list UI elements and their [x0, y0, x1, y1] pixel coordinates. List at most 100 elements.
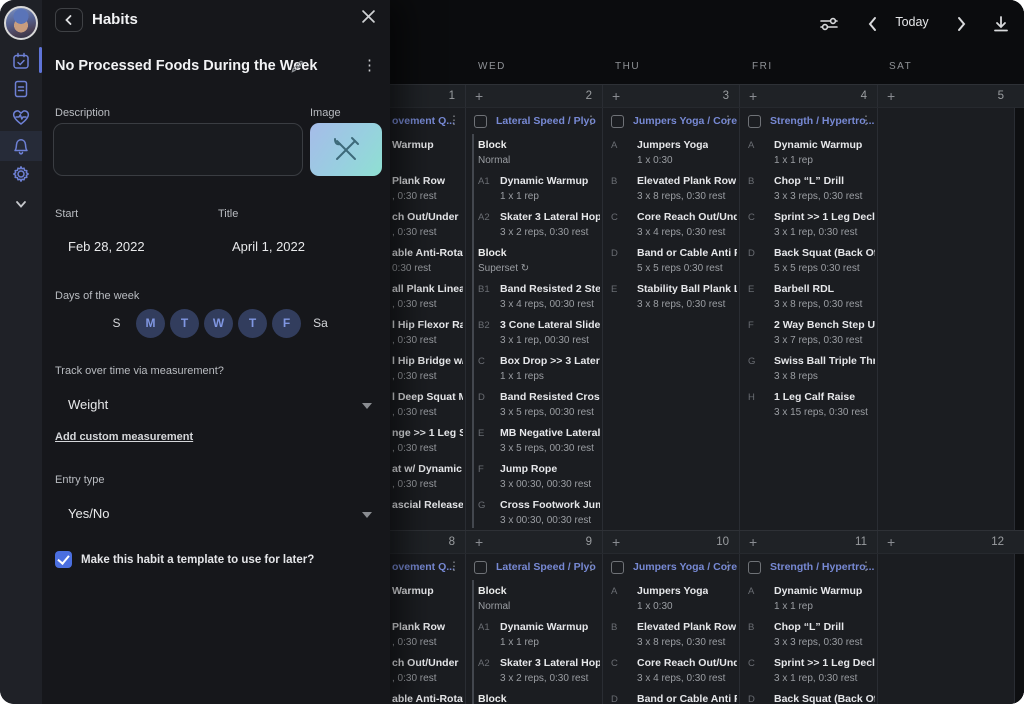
description-input[interactable] [53, 123, 303, 176]
kebab-menu-icon[interactable]: ⋮ [722, 113, 734, 127]
workout-card: Strength / Hypertro... ⋮ A Dynamic Warmu… [740, 108, 877, 420]
chevron-down-icon[interactable] [362, 403, 372, 409]
exercise-row: E MB Negative Lateral Hop... 3 x 5 reps,… [478, 426, 600, 456]
day-toggle[interactable]: T [238, 309, 267, 338]
day-number: 11 [855, 531, 867, 553]
add-workout-button[interactable]: + [887, 531, 895, 553]
start-date-value[interactable]: Feb 28, 2022 [68, 239, 145, 254]
template-checkbox[interactable] [55, 551, 72, 568]
workout-checkbox[interactable] [748, 115, 761, 128]
entry-type-select[interactable]: Yes/No [68, 506, 109, 521]
day-header-row: WEDTHUFRISAT [390, 48, 1024, 84]
day-cell: + 11 [739, 531, 877, 553]
workout-title[interactable]: Strength / Hypertro... [770, 561, 874, 573]
workout-card: Lateral Speed / Plyo ⋮ Block Normal [466, 554, 602, 704]
day-toggle[interactable]: M [136, 309, 165, 338]
workout-checkbox[interactable] [474, 115, 487, 128]
exercise-name: Elevated Plank Row [637, 174, 736, 189]
day-toggle[interactable]: Sa [306, 309, 335, 338]
workout-checkbox[interactable] [611, 561, 624, 574]
add-workout-button[interactable]: + [887, 85, 895, 107]
exercise-name: Block [478, 138, 510, 153]
next-week-button[interactable] [950, 13, 972, 35]
exercise-detail: 3 x 5 reps, 00:30 rest [500, 405, 600, 420]
exercise-name: Dynamic Warmup [500, 620, 588, 635]
kebab-menu-icon[interactable]: ⋮ [860, 113, 872, 127]
kebab-menu-icon[interactable]: ⋮ [722, 559, 734, 573]
day-number: 2 [586, 85, 592, 107]
workout-checkbox[interactable] [748, 561, 761, 574]
add-workout-button[interactable]: + [749, 85, 757, 107]
exercise-row: F 2 Way Bench Step Up 3 x 7 reps, 0:30 r… [748, 318, 875, 348]
workout-title[interactable]: Strength / Hypertro... [770, 115, 874, 127]
exercise-detail: 3 x 8 reps, 0:30 rest [637, 189, 736, 204]
measurement-question: Track over time via measurement? [55, 365, 224, 377]
workout-card: Strength / Hypertro... ⋮ A Dynamic Warmu… [740, 554, 877, 704]
sidebar-item-calendar[interactable] [0, 47, 42, 75]
add-workout-button[interactable]: + [475, 531, 483, 553]
exercise-row: B Elevated Plank Row 3 x 8 reps, 0:30 re… [611, 174, 737, 204]
exercise-detail: , 0:30 rest [392, 635, 445, 650]
sidebar-item-documents[interactable] [0, 75, 42, 103]
kebab-menu-icon[interactable]: ⋮ [448, 559, 460, 573]
kebab-menu-icon[interactable]: ⋮ [585, 559, 597, 573]
calendar-column-fri: Strength / Hypertro... ⋮ A Dynamic Warmu… [739, 554, 877, 704]
kebab-menu-icon[interactable]: ⋮ [448, 113, 460, 127]
filter-sliders-icon[interactable] [818, 13, 840, 35]
measurement-select[interactable]: Weight [68, 397, 108, 412]
chevron-down-icon[interactable] [362, 512, 372, 518]
exercise-row: C Box Drop >> 3 Lateral H... 1 x 1 reps [478, 354, 600, 384]
sidebar-item-health[interactable] [0, 103, 42, 131]
exercise-row: able Anti-Rotati... 0:30 rest [392, 246, 463, 276]
exercise-row: B1 Band Resisted 2 Step Late... 3 x 4 re… [478, 282, 600, 312]
workout-title[interactable]: Lateral Speed / Plyo [496, 561, 596, 573]
calendar-column-partial: ovement Q... ⋮ Warmup [390, 554, 465, 704]
add-workout-button[interactable]: + [475, 85, 483, 107]
exercise-row: Warmup [392, 584, 463, 614]
add-workout-button[interactable]: + [612, 531, 620, 553]
exercise-detail: 3 x 1 rep, 0:30 rest [774, 671, 875, 686]
add-workout-button[interactable]: + [612, 85, 620, 107]
avatar[interactable] [4, 6, 38, 40]
day-number: 10 [716, 531, 729, 553]
sidebar-item-settings[interactable] [0, 160, 42, 188]
exercise-name: Dynamic Warmup [500, 174, 588, 189]
day-toggle[interactable]: T [170, 309, 199, 338]
exercise-label: F [748, 318, 774, 348]
end-date-value[interactable]: April 1, 2022 [232, 239, 305, 254]
exercise-name: Band or Cable Anti Rotati... [637, 692, 737, 704]
exercise-name: Back Squat (Back Off Set) [774, 692, 875, 704]
calendar-column-fri: Strength / Hypertro... ⋮ A Dynamic Warmu… [739, 108, 877, 530]
day-toggle[interactable]: S [102, 309, 131, 338]
kebab-menu-icon[interactable]: ⋮ [585, 113, 597, 127]
workout-title[interactable]: Lateral Speed / Plyo [496, 115, 596, 127]
workout-title[interactable]: ovement Q... [392, 561, 455, 573]
day-toggle[interactable]: F [272, 309, 301, 338]
exercise-label: B [748, 174, 774, 204]
back-button[interactable] [55, 8, 83, 32]
today-button[interactable]: Today [882, 15, 942, 29]
add-custom-measurement-link[interactable]: Add custom measurement [55, 431, 193, 443]
exercise-name: MB Negative Lateral Hop... [500, 426, 600, 441]
habit-image-tile[interactable] [310, 123, 382, 176]
day-number: 3 [723, 85, 729, 107]
exercise-name: Sprint >> 1 Leg Declarations [774, 656, 875, 671]
kebab-menu-icon[interactable]: ⋮ [860, 559, 872, 573]
workout-title[interactable]: ovement Q... [392, 115, 455, 127]
exercise-detail: 3 x 2 reps, 0:30 rest [500, 225, 600, 240]
exercise-row: l Hip Bridge w/ ... , 0:30 rest [392, 354, 463, 384]
add-workout-button[interactable]: + [749, 531, 757, 553]
exercise-name: Plank Row [392, 174, 445, 189]
habit-kebab-icon[interactable]: ⋮ [362, 56, 377, 74]
workout-checkbox[interactable] [474, 561, 487, 574]
day-toggle[interactable]: W [204, 309, 233, 338]
workout-checkbox[interactable] [611, 115, 624, 128]
prev-week-button[interactable] [862, 13, 884, 35]
exercise-detail: 3 x 3 reps, 0:30 rest [774, 635, 862, 650]
exercise-row: Block Normal [478, 584, 600, 614]
chevron-down-icon[interactable] [0, 190, 42, 218]
download-icon[interactable] [990, 13, 1012, 35]
close-icon[interactable] [362, 10, 380, 28]
sidebar-item-notifications[interactable] [0, 132, 42, 160]
edit-pencil-icon[interactable] [290, 59, 305, 74]
